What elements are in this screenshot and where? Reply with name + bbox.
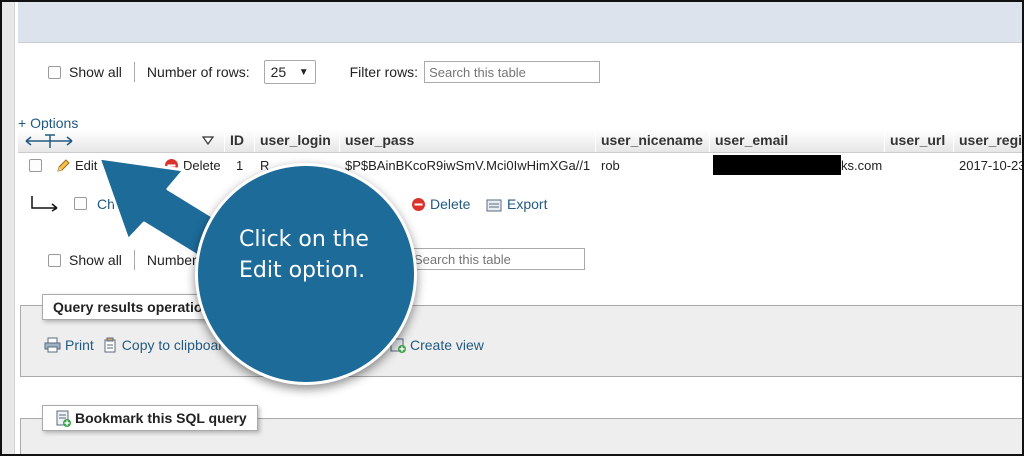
phpmyadmin-window: Show all Number of rows: 25 ▼ Filter row… <box>0 0 1024 456</box>
cell-id: 1 <box>236 158 244 173</box>
row-checkbox[interactable] <box>29 159 42 172</box>
filter-rows-input[interactable] <box>424 61 601 83</box>
export-icon[interactable] <box>486 197 502 212</box>
bottom-filter-rows-input[interactable] <box>409 248 585 270</box>
query-results-actions: Print Copy to clipboard <box>44 337 255 353</box>
redaction-bar <box>713 155 841 175</box>
table-row: Edit Delete 1 R $P$BAinBKcoR9iwSmV.Mci0I… <box>18 153 1024 179</box>
results-table-header: ID user_login user_pass user_nicename us… <box>18 130 1022 153</box>
column-header-user-nicename[interactable]: user_nicename <box>601 132 703 148</box>
column-header-user-registered[interactable]: user_regis <box>959 132 1022 148</box>
check-all-link[interactable]: Check all <box>97 196 155 212</box>
cell-user-email: ks.com <box>841 158 883 173</box>
edit-link[interactable]: Edit <box>75 158 97 173</box>
show-all-label: Show all <box>69 64 122 80</box>
print-icon[interactable] <box>44 337 61 353</box>
show-all-checkbox[interactable] <box>48 65 61 79</box>
chevron-down-icon: ▼ <box>298 66 309 78</box>
create-view-link[interactable]: Create view <box>410 337 484 353</box>
cell-user-login: R <box>260 158 270 173</box>
cell-user-nicename: rob <box>601 158 620 173</box>
bulk-delete-link[interactable]: Delete <box>430 196 470 212</box>
divider <box>133 250 135 270</box>
bulk-actions <box>30 191 31 192</box>
rows-label: Number of rows: <box>146 64 250 80</box>
rows-per-page-select[interactable]: 25 ▼ <box>263 60 316 84</box>
return-arrow-icon <box>31 196 58 212</box>
bookmark-icon <box>56 410 71 427</box>
create-view-icon[interactable] <box>390 337 406 353</box>
check-all-checkbox[interactable] <box>74 197 87 210</box>
delete-icon[interactable] <box>164 158 179 173</box>
sort-dropdown-icon[interactable] <box>202 136 214 145</box>
left-navigation-edge <box>2 2 15 454</box>
clipboard-icon[interactable] <box>102 337 118 353</box>
cell-user-pass: $P$BAinBKcoR9iwSmV.Mci0IwHimXGa//1 <box>345 158 591 173</box>
bottom-show-all-checkbox[interactable] <box>48 253 61 267</box>
cell-user-registered: 2017-10-23 <box>959 158 1024 173</box>
export-link[interactable]: Export <box>507 196 547 212</box>
create-view-action: Create view <box>390 337 484 353</box>
export-icon[interactable] <box>239 337 255 353</box>
column-header-id[interactable]: ID <box>230 132 244 148</box>
top-table-controls: Show all Number of rows: 25 ▼ Filter row… <box>48 60 601 84</box>
pencil-icon[interactable] <box>55 158 71 174</box>
column-arrows-icon[interactable] <box>24 133 74 149</box>
print-link[interactable]: Print <box>65 337 94 353</box>
column-header-user-url[interactable]: user_url <box>890 132 945 148</box>
bookmark-legend: Bookmark this SQL query <box>42 405 258 431</box>
bottom-show-all-label: Show all <box>69 252 122 268</box>
column-header-user-login[interactable]: user_login <box>260 132 331 148</box>
options-link[interactable]: + Options <box>18 115 78 131</box>
bulk-delete-icon[interactable] <box>411 197 426 212</box>
column-header-user-email[interactable]: user_email <box>715 132 788 148</box>
divider <box>133 62 135 82</box>
bottom-table-controls: Show all Number of rows: <box>48 248 250 272</box>
copy-to-clipboard-link[interactable]: Copy to clipboard <box>122 337 231 353</box>
sql-query-panel <box>18 2 1022 43</box>
rows-per-page-value: 25 <box>270 64 287 80</box>
bottom-rows-label: Number of rows: <box>146 252 250 268</box>
delete-link[interactable]: Delete <box>183 158 221 173</box>
column-header-user-pass[interactable]: user_pass <box>345 132 414 148</box>
filter-label: Filter rows: <box>349 64 419 80</box>
query-results-legend: Query results operations <box>42 294 230 320</box>
